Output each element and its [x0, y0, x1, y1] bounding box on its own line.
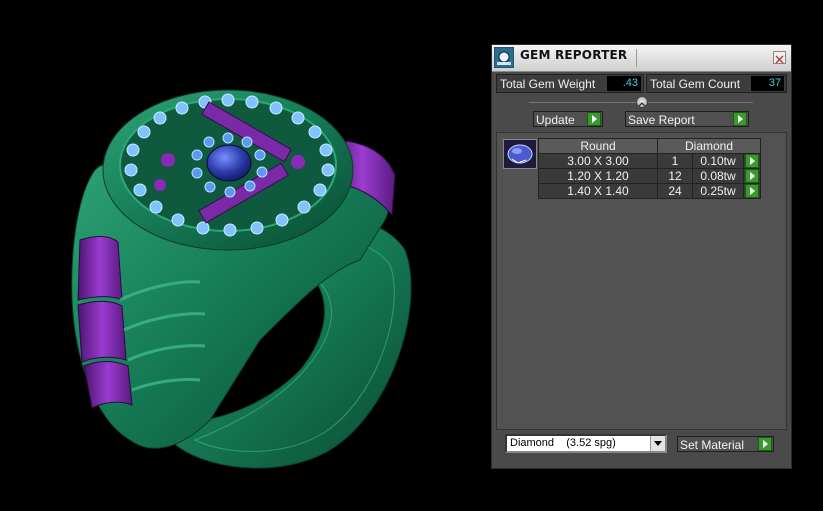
table-row[interactable]: 3.00 X 3.00 1 0.10tw: [538, 153, 761, 169]
play-icon[interactable]: [745, 169, 759, 183]
save-report-button[interactable]: Save Report: [625, 111, 749, 127]
total-gem-count-field: Total Gem Count 37: [646, 74, 787, 93]
total-gem-count-value: 37: [751, 76, 784, 91]
row-action-cell[interactable]: [743, 183, 761, 199]
material-dropdown[interactable]: Diamond (3.52 spg): [505, 434, 667, 453]
material-dropdown-value: Diamond (3.52 spg): [510, 437, 616, 449]
table-row[interactable]: 1.20 X 1.20 12 0.08tw: [538, 168, 761, 184]
gem-size: 1.40 X 1.40: [538, 183, 658, 199]
gem-table: Round Diamond 3.00 X 3.00 1 0.10tw 1.20 …: [538, 138, 761, 199]
close-icon: [775, 55, 784, 64]
play-icon[interactable]: [745, 154, 759, 168]
play-icon: [733, 112, 747, 126]
total-gem-weight-field: Total Gem Weight .43: [496, 74, 644, 93]
gem-size: 1.20 X 1.20: [538, 168, 658, 184]
save-report-button-label: Save Report: [628, 113, 695, 127]
close-button[interactable]: [773, 51, 786, 64]
set-material-button-label: Set Material: [680, 438, 745, 452]
gem-count: 1: [657, 153, 693, 169]
chevron-up-icon: [638, 102, 646, 107]
header-material: Diamond: [657, 138, 761, 154]
gem-weight: 0.25tw: [692, 183, 744, 199]
update-button[interactable]: Update: [533, 111, 603, 127]
play-icon[interactable]: [745, 184, 759, 198]
gem-weight: 0.08tw: [692, 168, 744, 184]
total-gem-weight-label: Total Gem Weight: [500, 77, 596, 91]
3d-viewport[interactable]: [0, 0, 490, 506]
row-action-cell[interactable]: [743, 168, 761, 184]
ring-render: [71, 89, 412, 469]
gem-reporter-panel: GEM REPORTER Total Gem Weight .43 Total …: [491, 44, 792, 469]
table-header-row: Round Diamond: [538, 138, 761, 154]
total-gem-count-label: Total Gem Count: [650, 77, 741, 91]
gem-thumbnail[interactable]: [503, 139, 537, 169]
title-bar[interactable]: GEM REPORTER: [492, 45, 791, 72]
total-gem-weight-value: .43: [607, 76, 641, 91]
table-row[interactable]: 1.40 X 1.40 24 0.25tw: [538, 183, 761, 199]
update-button-label: Update: [536, 113, 575, 127]
play-icon: [587, 112, 601, 126]
title-divider: [636, 49, 637, 67]
set-material-button[interactable]: Set Material: [677, 436, 774, 452]
panel-title: GEM REPORTER: [520, 48, 628, 62]
play-icon: [758, 437, 772, 451]
gem-weight: 0.10tw: [692, 153, 744, 169]
header-shape: Round: [538, 138, 658, 154]
gem-reporter-app-icon: [493, 46, 515, 69]
chevron-down-icon[interactable]: [650, 436, 665, 451]
gem-icon: [507, 144, 533, 164]
gem-count: 24: [657, 183, 693, 199]
gem-list-area: Round Diamond 3.00 X 3.00 1 0.10tw 1.20 …: [496, 132, 787, 430]
gem-count: 12: [657, 168, 693, 184]
gem-size: 3.00 X 3.00: [538, 153, 658, 169]
splitter-handle[interactable]: [636, 96, 648, 108]
row-action-cell[interactable]: [743, 153, 761, 169]
